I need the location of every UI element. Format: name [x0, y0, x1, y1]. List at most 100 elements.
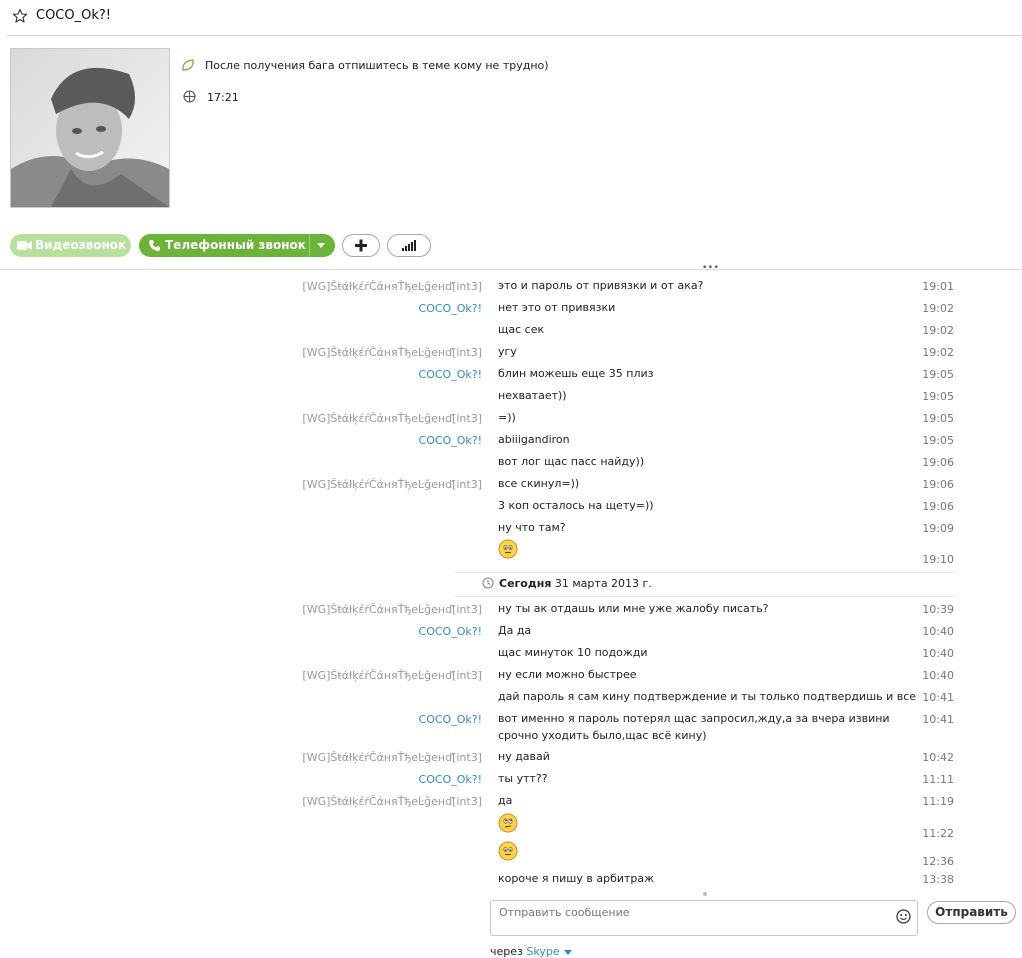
call-quality-button[interactable]: [387, 234, 431, 257]
message-time: 10:40: [922, 647, 954, 660]
message-time: 11:22: [922, 827, 954, 840]
thinking-icon: [498, 813, 518, 833]
message-text: нет это от привязки: [498, 301, 616, 314]
mood-message: После получения бага отпишитесь в теме к…: [205, 59, 549, 72]
message-time: 19:05: [922, 368, 954, 381]
message-time: 19:02: [922, 302, 954, 315]
date-separator-date: 31 марта 2013 г.: [554, 577, 652, 590]
message-text: угу: [498, 345, 517, 358]
message-time: 19:02: [922, 346, 954, 359]
message-time: 10:42: [922, 751, 954, 764]
send-button[interactable]: Отправить: [927, 901, 1016, 924]
date-separator-day: Сегодня: [499, 577, 552, 590]
message-sender[interactable]: COCO_Ok?!: [419, 434, 482, 447]
send-via: через Skype: [490, 945, 572, 958]
message-time: 11:19: [922, 795, 954, 808]
send-via-service[interactable]: Skype: [526, 945, 559, 958]
local-time: 17:21: [207, 91, 239, 104]
smile-icon: [498, 841, 518, 861]
message-sender[interactable]: COCO_Ok?!: [419, 625, 482, 638]
video-call-button[interactable]: Видеозвонок: [10, 234, 131, 257]
message-time: 10:39: [922, 603, 954, 616]
conversation-divider: [0, 269, 1022, 270]
signal-bars-icon: [402, 240, 416, 251]
message-text: щас минуток 10 подожди: [498, 646, 648, 659]
message-text: ну если можно быстрее: [498, 668, 637, 681]
plus-icon: [355, 239, 367, 252]
phone-icon: [149, 240, 160, 252]
message-time: 19:09: [922, 522, 954, 535]
phone-call-label: Телефонный звонок: [165, 238, 306, 252]
message-time: 19:06: [922, 500, 954, 513]
message-time: 19:05: [922, 412, 954, 425]
message-sender[interactable]: [WG]ŠŧάłķέŕČάняŤђеĿğенď[int3]: [302, 478, 482, 491]
message-text: короче я пишу в арбитраж: [498, 872, 655, 885]
message-time: 19:06: [922, 478, 954, 491]
message-time: 19:10: [922, 553, 954, 566]
composer-resize-handle[interactable]: [703, 892, 707, 896]
message-time: 10:41: [922, 713, 954, 726]
message-sender[interactable]: COCO_Ok?!: [419, 368, 482, 381]
clock-icon: [482, 577, 494, 589]
message-input[interactable]: [499, 906, 879, 919]
local-time-clock-icon: [183, 90, 196, 103]
message-text: все скинул=)): [498, 477, 580, 490]
header-divider: [7, 35, 1022, 36]
smile-icon: [498, 539, 518, 559]
date-separator-line: [455, 596, 955, 597]
message-text: 3 коп осталось на щету=)): [498, 499, 654, 512]
message-text: нехватает)): [498, 389, 567, 402]
message-sender[interactable]: [WG]ŠŧάłķέŕČάняŤђеĿğенď[int3]: [302, 346, 482, 359]
message-time: 19:05: [922, 434, 954, 447]
message-sender[interactable]: [WG]ŠŧάłķέŕČάняŤђеĿğенď[int3]: [302, 751, 482, 764]
send-via-prefix: через: [490, 945, 523, 958]
message-text: ну давай: [498, 750, 550, 763]
message-sender[interactable]: [WG]ŠŧάłķέŕČάняŤђеĿğенď[int3]: [302, 412, 482, 425]
message-time: 19:05: [922, 390, 954, 403]
favorite-star-icon[interactable]: [12, 8, 28, 24]
message-time: 10:40: [922, 625, 954, 638]
message-text: это и пароль от привязки и от ака?: [498, 279, 704, 292]
avatar[interactable]: [10, 48, 170, 208]
message-time: 10:40: [922, 669, 954, 682]
message-time: 12:36: [922, 855, 954, 868]
message-time: 10:41: [922, 691, 954, 704]
mood-leaf-icon: [182, 59, 194, 71]
message-text: ты утт??: [498, 772, 548, 785]
message-text: Да да: [498, 624, 532, 637]
call-button-divider: [309, 234, 310, 257]
message-text: =)): [498, 411, 516, 424]
resize-handle[interactable]: •••: [702, 263, 719, 273]
message-time: 19:06: [922, 456, 954, 469]
contact-name: COCO_Ok?!: [36, 8, 111, 23]
message-sender[interactable]: [WG]ŠŧάłķέŕČάняŤђеĿğенď[int3]: [302, 603, 482, 616]
message-text: дай пароль я сам кину подтверждение и ты…: [498, 690, 917, 703]
message-text: да: [498, 794, 513, 807]
message-sender[interactable]: [WG]ŠŧάłķέŕČάняŤђеĿğенď[int3]: [302, 280, 482, 293]
message-text: вот лог щас пасс найду)): [498, 455, 645, 468]
phone-call-button[interactable]: Телефонный звонок: [139, 234, 335, 257]
chevron-down-icon[interactable]: [563, 949, 572, 955]
message-sender[interactable]: COCO_Ok?!: [419, 773, 482, 786]
message-text: ну что там?: [498, 521, 566, 534]
message-time: 19:01: [922, 280, 954, 293]
message-time: 19:02: [922, 324, 954, 337]
message-sender[interactable]: COCO_Ok?!: [419, 302, 482, 315]
message-text: блин можешь еще 35 плиз: [498, 367, 654, 380]
message-sender[interactable]: [WG]ŠŧάłķέŕČάняŤђеĿğенď[int3]: [302, 669, 482, 682]
add-people-button[interactable]: [342, 234, 380, 257]
message-text: щас сек: [498, 323, 545, 336]
message-sender[interactable]: [WG]ŠŧάłķέŕČάняŤђеĿğенď[int3]: [302, 795, 482, 808]
emoticon-picker-icon[interactable]: [896, 909, 911, 924]
call-options-chevron-down-icon[interactable]: [317, 243, 325, 248]
video-call-label: Видеозвонок: [35, 238, 127, 252]
date-separator-line: [455, 572, 955, 573]
message-time: 11:11: [922, 773, 954, 786]
message-sender[interactable]: COCO_Ok?!: [419, 713, 482, 726]
message-text: abiiigandiron: [498, 433, 570, 446]
message-text: ну ты ак отдашь или мне уже жалобу писат…: [498, 602, 769, 615]
message-text: вот именно я пароль потерял щас запросил…: [498, 712, 890, 742]
message-time: 13:38: [922, 873, 954, 886]
date-separator: Сегодня 31 марта 2013 г.: [499, 577, 652, 590]
message-composer[interactable]: [490, 900, 918, 936]
